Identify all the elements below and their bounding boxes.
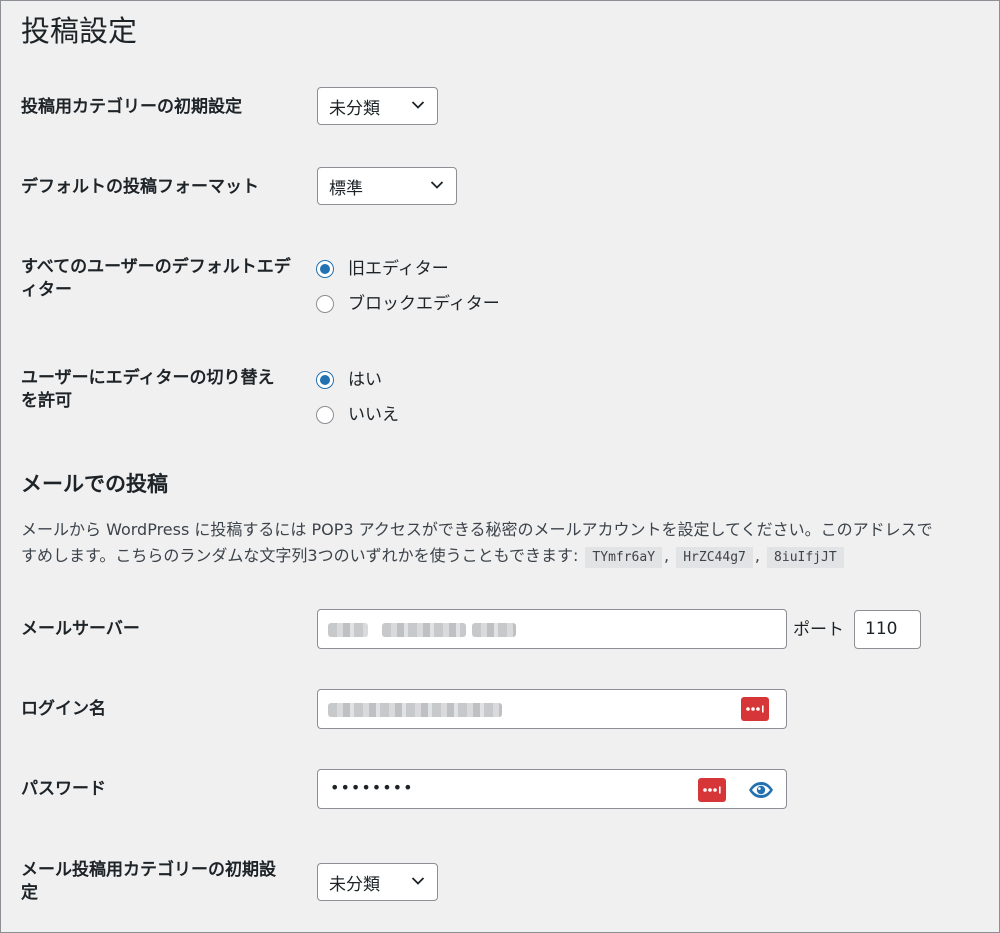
radio-label: ブロックエディター [348,294,500,314]
chevron-down-icon [411,877,425,885]
redacted-text [472,623,516,637]
default-mail-category-label: メール投稿用カテゴリーの初期設定 [21,860,276,903]
password-label: パスワード [21,779,106,799]
default-format-value: 標準 [329,178,363,199]
radio-button[interactable] [316,295,334,313]
default-category-select[interactable]: 未分類 [317,87,438,125]
random-string: HrZC44g7 [676,547,753,568]
redacted-text [328,623,368,637]
radio-label: はい [348,370,382,390]
settings-frame: 投稿設定 投稿用カテゴリーの初期設定 未分類 デフォルトの投稿フォーマット 標準… [0,0,1000,933]
password-manager-icon[interactable] [741,697,769,721]
mail-server-input[interactable] [317,609,787,649]
radio-button-checked[interactable] [316,371,334,389]
redacted-text [328,703,502,717]
redacted-text [382,623,466,637]
section-description: メールから WordPress に投稿するには POP3 アクセスができる秘密の… [21,517,999,571]
password-input[interactable]: •••••••• [317,769,787,809]
port-label: ポート [793,620,844,640]
allow-switch-label: ユーザーにエディターの切り替えを許可 [21,368,275,411]
page-title: 投稿設定 [21,14,138,48]
description-line-2-text: すめします。こちらのランダムな文字列3つのいずれかを使うこともできます: [21,546,584,565]
radio-label: いいえ [348,405,399,425]
radio-block-editor[interactable]: ブロックエディター [316,294,500,314]
port-input[interactable]: 110 [854,610,921,649]
default-category-label: 投稿用カテゴリーの初期設定 [21,97,242,117]
default-category-value: 未分類 [329,98,380,119]
separator: , [664,546,670,565]
mail-server-label: メールサーバー [21,619,140,639]
separator: , [754,546,760,565]
chevron-down-icon [430,181,444,189]
login-name-label: ログイン名 [21,699,106,719]
description-line-2: すめします。こちらのランダムな文字列3つのいずれかを使うこともできます: TYm… [21,543,999,571]
radio-classic-editor[interactable]: 旧エディター [316,259,449,279]
radio-allow-yes[interactable]: はい [316,370,382,390]
password-value: •••••••• [330,778,414,797]
password-manager-icon[interactable] [698,778,726,802]
login-name-input[interactable] [317,689,787,729]
random-string: 8iuIfjJT [767,547,844,568]
description-line-1: メールから WordPress に投稿するには POP3 アクセスができる秘密の… [21,520,933,539]
default-editor-label: すべてのユーザーのデフォルトエディター [21,257,291,300]
chevron-down-icon [411,101,425,109]
radio-button-checked[interactable] [316,260,334,278]
section-title: メールでの投稿 [21,472,168,496]
radio-button[interactable] [316,406,334,424]
radio-label: 旧エディター [348,259,449,279]
default-mail-category-value: 未分類 [329,874,380,895]
eye-icon[interactable] [748,781,774,799]
default-format-label: デフォルトの投稿フォーマット [21,177,259,197]
radio-allow-no[interactable]: いいえ [316,405,399,425]
random-string: TYmfr6aY [585,547,663,568]
default-mail-category-select[interactable]: 未分類 [317,863,438,901]
default-format-select[interactable]: 標準 [317,167,457,205]
